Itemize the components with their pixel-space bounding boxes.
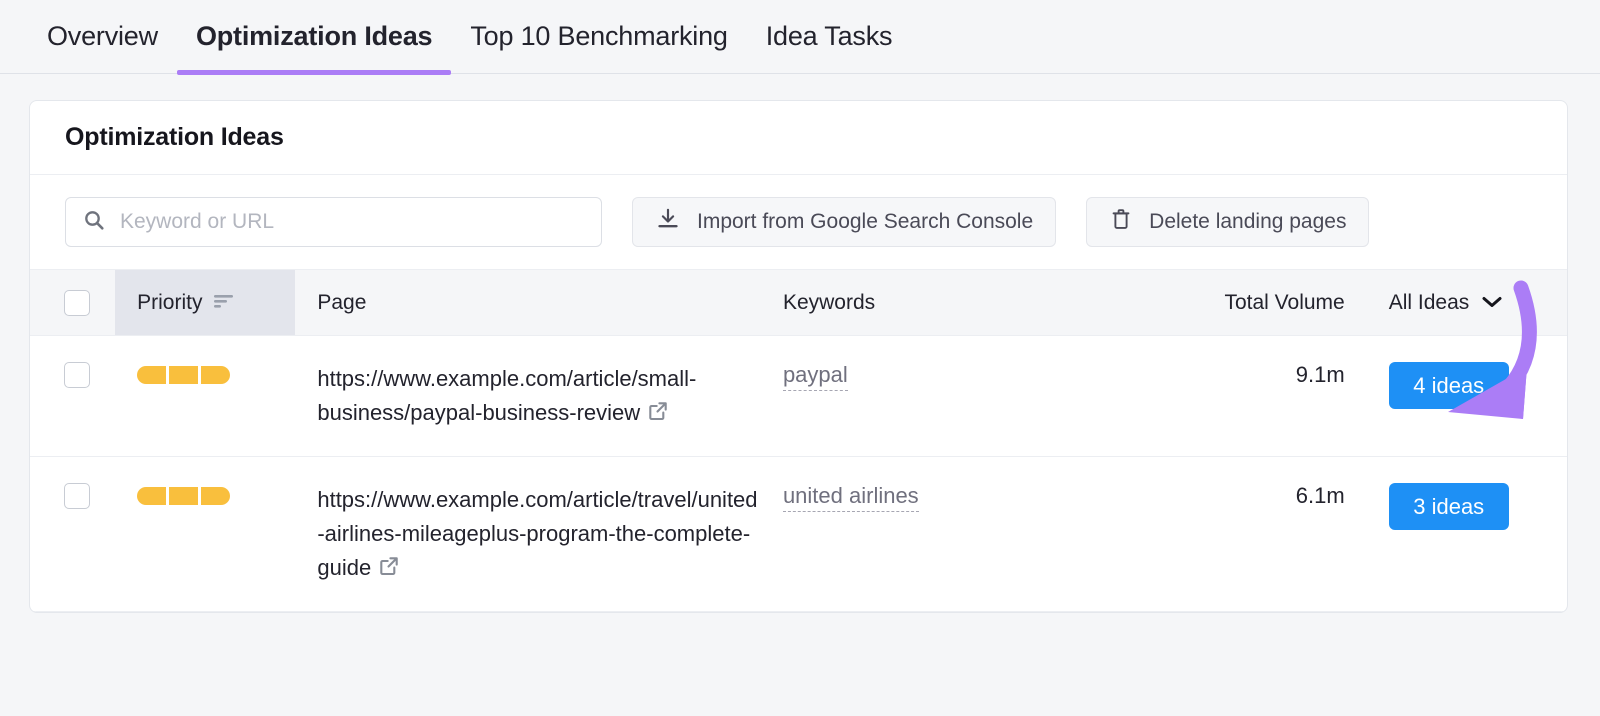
keywords-cell: paypal bbox=[761, 336, 1147, 457]
tab-optimization-ideas[interactable]: Optimization Ideas bbox=[176, 0, 452, 75]
total-volume-value: 9.1m bbox=[1295, 362, 1345, 387]
optimization-ideas-card: Optimization Ideas Import from Google Se… bbox=[29, 100, 1568, 614]
table-row[interactable]: https://www.example.com/article/small-bu… bbox=[30, 336, 1567, 457]
tab-label: Top 10 Benchmarking bbox=[470, 21, 728, 51]
select-all-checkbox[interactable] bbox=[64, 289, 90, 316]
column-header-label: Page bbox=[317, 290, 367, 314]
tab-label: Idea Tasks bbox=[765, 21, 893, 51]
keyword-link[interactable]: united airlines bbox=[782, 483, 919, 513]
tab-overview[interactable]: Overview bbox=[28, 0, 177, 74]
search-icon bbox=[82, 208, 106, 237]
priority-cell bbox=[115, 457, 295, 612]
total-volume-value: 6.1m bbox=[1295, 483, 1345, 509]
column-header-priority[interactable]: Priority bbox=[115, 269, 296, 336]
delete-landing-pages-button[interactable]: Delete landing pages bbox=[1086, 197, 1370, 247]
tab-label: Overview bbox=[47, 21, 158, 51]
table-toolbar: Import from Google Search Console Delete… bbox=[30, 175, 1567, 269]
page-title: Optimization Ideas bbox=[65, 123, 284, 151]
column-header-page[interactable]: Page bbox=[295, 269, 761, 336]
chevron-down-icon[interactable] bbox=[1481, 291, 1503, 315]
row-select-cell bbox=[30, 457, 115, 612]
column-header-total-volume[interactable]: Total Volume bbox=[1146, 269, 1367, 336]
ideas-filter-label: All Ideas bbox=[1388, 290, 1470, 314]
import-from-google-search-console-button[interactable]: Import from Google Search Console bbox=[632, 197, 1057, 247]
trash-icon bbox=[1109, 207, 1133, 237]
table-row[interactable]: https://www.example.com/article/travel/u… bbox=[30, 457, 1567, 612]
table-header-row: Priority Page Keywords Total Volume All … bbox=[30, 269, 1567, 336]
search-box[interactable] bbox=[65, 197, 602, 247]
tab-top-10-benchmarking[interactable]: Top 10 Benchmarking bbox=[451, 0, 746, 74]
button-label: Import from Google Search Console bbox=[697, 210, 1034, 233]
priority-cell bbox=[115, 336, 295, 457]
button-label: Delete landing pages bbox=[1149, 210, 1347, 233]
page-cell: https://www.example.com/article/small-bu… bbox=[295, 336, 761, 457]
ideas-button[interactable]: 3 ideas bbox=[1388, 483, 1509, 531]
ideas-cell: 4 ideas bbox=[1367, 336, 1567, 457]
column-header-keywords[interactable]: Keywords bbox=[760, 269, 1147, 336]
row-select-cell bbox=[30, 336, 115, 457]
row-checkbox[interactable] bbox=[64, 362, 90, 388]
ideas-button[interactable]: 4 ideas bbox=[1388, 362, 1509, 409]
column-header-label: Keywords bbox=[782, 290, 876, 314]
keyword-link[interactable]: paypal bbox=[782, 362, 848, 391]
card-header: Optimization Ideas bbox=[30, 101, 1567, 175]
priority-indicator bbox=[137, 483, 295, 509]
priority-indicator bbox=[137, 362, 295, 388]
column-header-select-all bbox=[30, 269, 116, 336]
tab-label: Optimization Ideas bbox=[195, 21, 433, 51]
column-header-label: Total Volume bbox=[1224, 290, 1345, 314]
total-volume-cell: 9.1m bbox=[1146, 336, 1366, 457]
external-link-icon[interactable] bbox=[377, 554, 401, 583]
optimization-ideas-table: Priority Page Keywords Total Volume All … bbox=[30, 269, 1567, 612]
external-link-icon[interactable] bbox=[646, 399, 670, 428]
page-url[interactable]: https://www.example.com/article/small-bu… bbox=[317, 366, 696, 425]
column-header-ideas-filter[interactable]: All Ideas bbox=[1366, 269, 1567, 336]
row-checkbox[interactable] bbox=[64, 483, 90, 510]
tab-bar: Overview Optimization Ideas Top 10 Bench… bbox=[0, 0, 1600, 75]
ideas-cell: 3 ideas bbox=[1367, 457, 1567, 612]
keywords-cell: united airlines bbox=[761, 457, 1147, 612]
column-header-label: Priority bbox=[137, 290, 203, 314]
page-cell: https://www.example.com/article/travel/u… bbox=[295, 457, 761, 612]
tab-idea-tasks[interactable]: Idea Tasks bbox=[747, 0, 912, 74]
download-icon bbox=[655, 206, 681, 238]
search-input[interactable] bbox=[120, 210, 585, 234]
total-volume-cell: 6.1m bbox=[1146, 457, 1366, 612]
sort-descending-icon[interactable] bbox=[213, 291, 235, 315]
